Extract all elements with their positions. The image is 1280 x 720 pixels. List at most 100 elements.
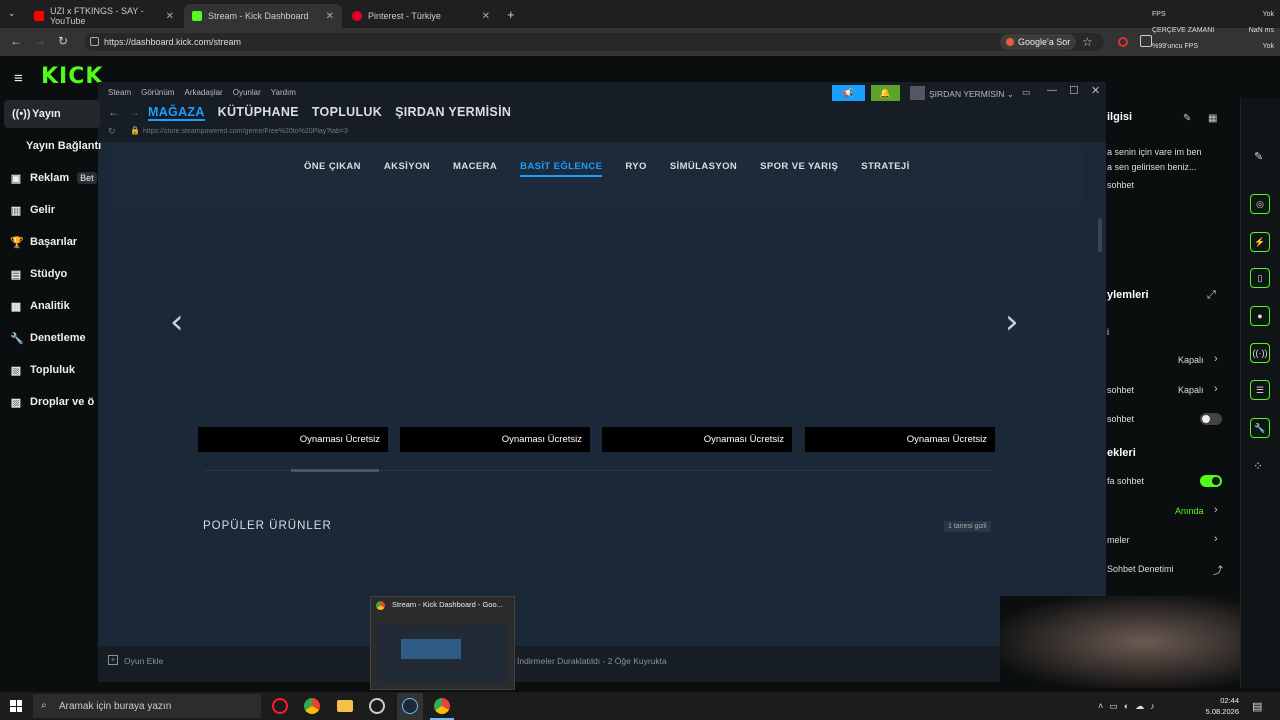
carousel-prev-arrow-icon[interactable]: ‹ <box>170 302 184 342</box>
bookmark-star-icon[interactable]: ☆ <box>1082 35 1093 49</box>
steam-url[interactable]: https://store.steampowered.com/genre/Fre… <box>143 128 348 135</box>
kick-logo[interactable]: KICK <box>41 64 103 89</box>
action-row-value[interactable]: Kapalı <box>1178 385 1204 395</box>
browser-tab-kick[interactable]: Stream - Kick Dashboard ✕ <box>184 4 342 28</box>
action-row-value[interactable]: Anında <box>1175 506 1204 516</box>
notification-center-icon[interactable]: ▤ <box>1252 700 1262 713</box>
scrollbar-thumb[interactable] <box>1098 218 1102 252</box>
steam-menu-item[interactable]: Oyunlar <box>233 88 261 97</box>
sidebar-item[interactable]: 🔧 Denetleme <box>10 324 100 352</box>
list-icon[interactable]: ☰ <box>1250 380 1270 400</box>
maximize-icon[interactable]: ☐ <box>1069 84 1079 97</box>
steam-taskbar-item[interactable] <box>397 693 423 720</box>
category-tab[interactable]: RYO <box>625 161 646 177</box>
chrome-icon[interactable] <box>304 698 320 714</box>
sidebar-item[interactable]: ▨ Droplar ve ö <box>10 388 100 416</box>
toggle-off[interactable] <box>1200 413 1222 425</box>
settings-grid-icon[interactable]: ▦ <box>1208 113 1217 124</box>
toggle-on[interactable] <box>1200 475 1222 487</box>
steam-nav-tab[interactable]: MAĞAZA <box>148 105 205 121</box>
obs-icon[interactable] <box>369 698 385 714</box>
taskbar-preview[interactable] <box>370 596 515 690</box>
free-to-play-card[interactable]: Oynaması Ücretsiz <box>198 427 388 452</box>
sidebar-item[interactable]: 🏆 Başarılar <box>10 228 100 256</box>
close-window-icon[interactable]: ✕ <box>1091 84 1100 97</box>
notifications-bell-icon[interactable]: 🔔 <box>871 85 900 101</box>
action-row-value[interactable]: Kapalı <box>1178 355 1204 365</box>
edit-pencil-icon[interactable]: ✎ <box>1183 113 1191 124</box>
big-picture-icon[interactable]: ▭ <box>1022 87 1031 98</box>
close-icon[interactable]: ✕ <box>482 11 490 22</box>
close-icon[interactable]: ✕ <box>166 11 174 22</box>
wrench-icon[interactable]: 🔧 <box>1250 418 1270 438</box>
category-tab[interactable]: SPOR VE YARIŞ <box>760 161 838 177</box>
sidebar-item[interactable]: ▣ Reklam Bet <box>10 164 100 192</box>
more-options-icon[interactable]: ⁘ <box>1253 459 1263 473</box>
address-bar[interactable]: https://dashboard.kick.com/stream <box>84 33 1104 51</box>
chrome-icon[interactable] <box>434 698 450 714</box>
steam-menu-item[interactable]: Steam <box>108 88 131 97</box>
system-tray-icons[interactable]: ˄▭◐☁♪ <box>1098 701 1161 712</box>
category-tab[interactable]: SİMÜLASYON <box>670 161 737 177</box>
steam-menu-item[interactable]: Yardım <box>271 88 296 97</box>
reload-icon[interactable]: ↻ <box>58 34 68 48</box>
sidebar-item[interactable]: ▧ Topluluk <box>10 356 100 384</box>
new-tab-plus-icon[interactable]: + <box>507 7 515 22</box>
category-tab[interactable]: BASİT EĞLENCE <box>520 161 603 177</box>
free-to-play-card[interactable]: Oynaması Ücretsiz <box>400 427 590 452</box>
announcements-megaphone-icon[interactable]: 📢 <box>832 85 865 101</box>
steam-back-icon[interactable]: ← <box>108 105 120 119</box>
chevron-right-icon[interactable]: › <box>1214 353 1218 365</box>
downloads-status[interactable]: İndirmeler Duraklatıldı - 2 Öğe Kuyrukta <box>517 656 667 666</box>
extension-icon[interactable] <box>1118 37 1128 47</box>
external-link-icon[interactable]: ⤴ <box>1213 562 1223 577</box>
pen-icon[interactable]: ✎ <box>1254 150 1263 163</box>
carousel-next-arrow-icon[interactable]: › <box>1005 302 1019 342</box>
tab-list-chevron-icon[interactable]: ⌄ <box>8 8 16 19</box>
sidebar-item[interactable]: ▦ Analitik <box>10 292 100 320</box>
steam-menu-item[interactable]: Görünüm <box>141 88 174 97</box>
chevron-right-icon[interactable]: › <box>1214 504 1218 516</box>
minimize-icon[interactable]: — <box>1047 85 1057 96</box>
hamburger-menu-icon[interactable]: ≡ <box>14 70 23 87</box>
steam-user-menu[interactable]: ŞIRDAN YERMİSİN ⌄ <box>929 89 1014 100</box>
document-icon[interactable]: ▯ <box>1250 268 1270 288</box>
taskbar-clock[interactable]: 02:44 5.08.2026 <box>1205 695 1239 717</box>
windows-start-icon[interactable] <box>10 700 22 712</box>
steam-menu-item[interactable]: Arkadaşlar <box>184 88 222 97</box>
add-game-plus-icon[interactable]: + <box>108 655 118 665</box>
browser-tab-youtube[interactable]: UZI x FTKINGS - SAY - YouTube ✕ <box>26 4 182 28</box>
camera-icon[interactable]: ◎ <box>1250 194 1270 214</box>
extensions-puzzle-icon[interactable] <box>1140 35 1152 47</box>
sidebar-item[interactable]: Yayın Bağlantı <box>26 132 116 160</box>
category-tab[interactable]: STRATEJİ <box>861 161 909 177</box>
site-info-icon[interactable] <box>90 37 99 46</box>
lightning-icon[interactable]: ⚡ <box>1250 232 1270 252</box>
sidebar-item[interactable]: ((•)) Yayın <box>4 100 100 128</box>
steam-forward-icon[interactable]: → <box>128 105 140 119</box>
avatar[interactable] <box>910 86 925 100</box>
add-game-button[interactable]: Oyun Ekle <box>124 656 163 666</box>
hidden-count-badge[interactable]: 1 tanesi gizli <box>944 521 991 532</box>
steam-nav-tab[interactable]: ŞIRDAN YERMİSİN <box>395 105 511 121</box>
forward-arrow-icon[interactable]: → <box>34 34 46 48</box>
category-tab[interactable]: AKSİYON <box>384 161 430 177</box>
chat-bubble-icon[interactable]: ● <box>1250 306 1270 326</box>
category-tab[interactable]: MACERA <box>453 161 497 177</box>
browser-tab-pinterest[interactable]: Pinterest - Türkiye ✕ <box>344 4 498 28</box>
free-to-play-card[interactable]: Oynaması Ücretsiz <box>602 427 792 452</box>
sidebar-item[interactable]: ▥ Gelir <box>10 196 100 224</box>
steam-nav-tab[interactable]: KÜTÜPHANE <box>218 105 299 121</box>
sidebar-item[interactable]: ▤ Stüdyo <box>10 260 100 288</box>
chevron-right-icon[interactable]: › <box>1214 383 1218 395</box>
chevron-right-icon[interactable]: › <box>1214 533 1218 545</box>
google-ask-button[interactable]: Google'a Sor <box>1000 34 1077 50</box>
category-tab[interactable]: ÖNE ÇIKAN <box>304 161 361 177</box>
steam-nav-tab[interactable]: TOPLULUK <box>312 105 382 121</box>
carousel-indicator[interactable] <box>291 469 379 472</box>
close-icon[interactable]: ✕ <box>326 11 334 22</box>
expand-icon[interactable]: ⤢ <box>1207 289 1216 302</box>
back-arrow-icon[interactable]: ← <box>10 34 22 48</box>
free-to-play-card[interactable]: Oynaması Ücretsiz <box>805 427 995 452</box>
opera-icon[interactable] <box>272 698 288 714</box>
